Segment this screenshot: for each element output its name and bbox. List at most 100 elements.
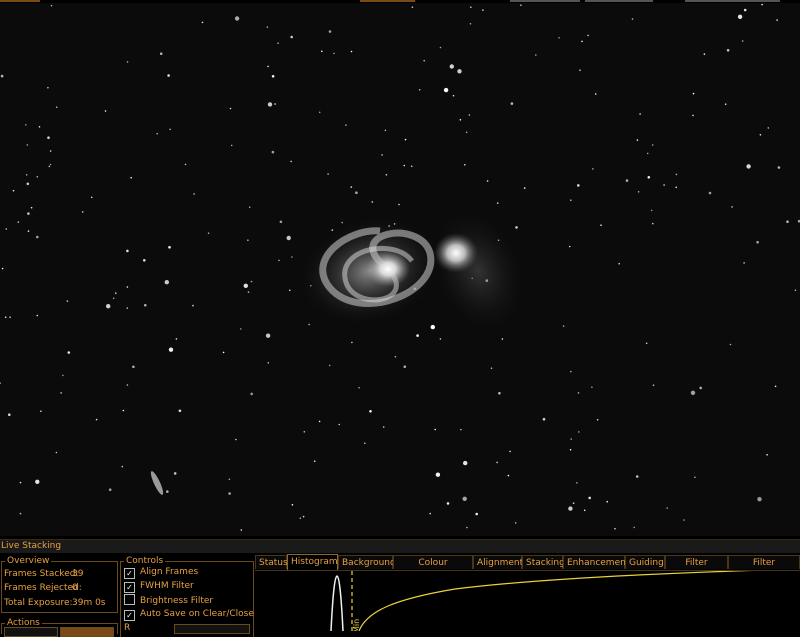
star [49, 163, 52, 166]
star [724, 103, 727, 105]
star [639, 113, 641, 115]
star [509, 450, 511, 453]
star [542, 417, 546, 421]
star [1, 267, 4, 270]
star [690, 390, 696, 395]
tab-filter-brightness[interactable]: Filter (Brightness) [728, 555, 800, 582]
star [703, 53, 706, 55]
star [175, 338, 178, 340]
star [27, 212, 30, 215]
star [398, 203, 400, 206]
star [8, 413, 11, 417]
star [692, 92, 695, 95]
frames-rejected-value: 0 [72, 583, 78, 593]
star [385, 174, 388, 176]
stacked-image-view[interactable] [0, 3, 800, 536]
star [371, 201, 374, 203]
star [651, 144, 654, 146]
tab-guiding[interactable]: Guiding [625, 555, 665, 569]
star [338, 423, 341, 426]
star [38, 126, 41, 128]
star [486, 180, 489, 182]
star [230, 144, 233, 147]
toolbar-accent-mid [360, 0, 415, 2]
star [514, 522, 517, 524]
star [90, 196, 93, 199]
star [633, 526, 635, 529]
toolbar-button-1[interactable] [510, 0, 580, 2]
brightness-filter-option[interactable]: Brightness Filter [124, 594, 213, 607]
tab-colour-calibration[interactable]: Colour Calibration [393, 555, 473, 582]
toolbar-button-3[interactable] [685, 0, 780, 2]
align-frames-option[interactable]: ✓ Align Frames [124, 566, 198, 579]
star [228, 478, 231, 481]
star [17, 221, 20, 223]
star [247, 291, 250, 293]
star [364, 442, 366, 445]
star [40, 410, 42, 413]
star [475, 512, 479, 516]
star [757, 497, 762, 502]
star [510, 102, 514, 105]
fwhm-filter-checkbox[interactable]: ✓ [124, 582, 135, 593]
star [515, 226, 518, 229]
brightness-filter-checkbox[interactable] [124, 594, 135, 605]
star [55, 451, 58, 454]
star [577, 392, 580, 394]
star [122, 409, 125, 412]
auto-save-option[interactable]: ✓ Auto Save on Clear/Close [124, 608, 254, 621]
star [144, 303, 147, 307]
star [49, 150, 52, 152]
histogram-panel[interactable]: Min [255, 568, 800, 633]
star [449, 64, 454, 69]
star [19, 512, 22, 515]
controls-partial-label: R [124, 623, 131, 633]
star [600, 224, 602, 226]
star [169, 128, 171, 131]
star [384, 129, 387, 132]
action-button-2[interactable] [60, 627, 114, 637]
star [48, 165, 51, 168]
action-button-1[interactable] [4, 627, 58, 637]
star [274, 103, 276, 105]
fwhm-filter-option[interactable]: ✓ FWHM Filter [124, 580, 194, 593]
star [5, 228, 8, 230]
star [184, 163, 187, 166]
tab-stacking-label: Stacking [526, 558, 565, 568]
tab-alignment[interactable]: Alignment [473, 555, 523, 569]
star [381, 154, 383, 156]
star [67, 351, 71, 354]
star [104, 110, 107, 112]
star [265, 333, 271, 338]
star [36, 176, 39, 178]
star [12, 189, 15, 192]
tab-histogram[interactable]: Histogram [287, 554, 338, 570]
tab-filter-fwhm[interactable]: Filter (FWHM) [665, 555, 728, 582]
star [694, 476, 696, 479]
star [168, 246, 171, 249]
tab-stacking[interactable]: Stacking [522, 555, 565, 569]
star [588, 496, 591, 500]
star [26, 182, 30, 186]
controls-dropdown[interactable] [174, 624, 250, 634]
align-frames-checkbox[interactable]: ✓ [124, 568, 135, 579]
tab-enhancement[interactable]: Enhancement [563, 555, 629, 569]
tab-histogram-label: Histogram [291, 557, 338, 567]
frames-rejected-row: Frames Rejected: 0 [4, 582, 82, 594]
toolbar-button-2[interactable] [585, 0, 653, 2]
histogram-plot[interactable]: Min [255, 568, 800, 633]
auto-save-checkbox[interactable]: ✓ [124, 610, 135, 621]
star [625, 179, 629, 182]
star [302, 515, 305, 518]
star [355, 191, 358, 194]
star [568, 506, 573, 511]
star [743, 8, 747, 12]
star [675, 186, 677, 189]
star [159, 52, 163, 55]
tab-background[interactable]: Background [338, 555, 396, 569]
star [666, 507, 668, 509]
star [271, 75, 275, 78]
tab-status[interactable]: Status [255, 555, 288, 569]
star [569, 448, 572, 451]
star [235, 438, 237, 441]
